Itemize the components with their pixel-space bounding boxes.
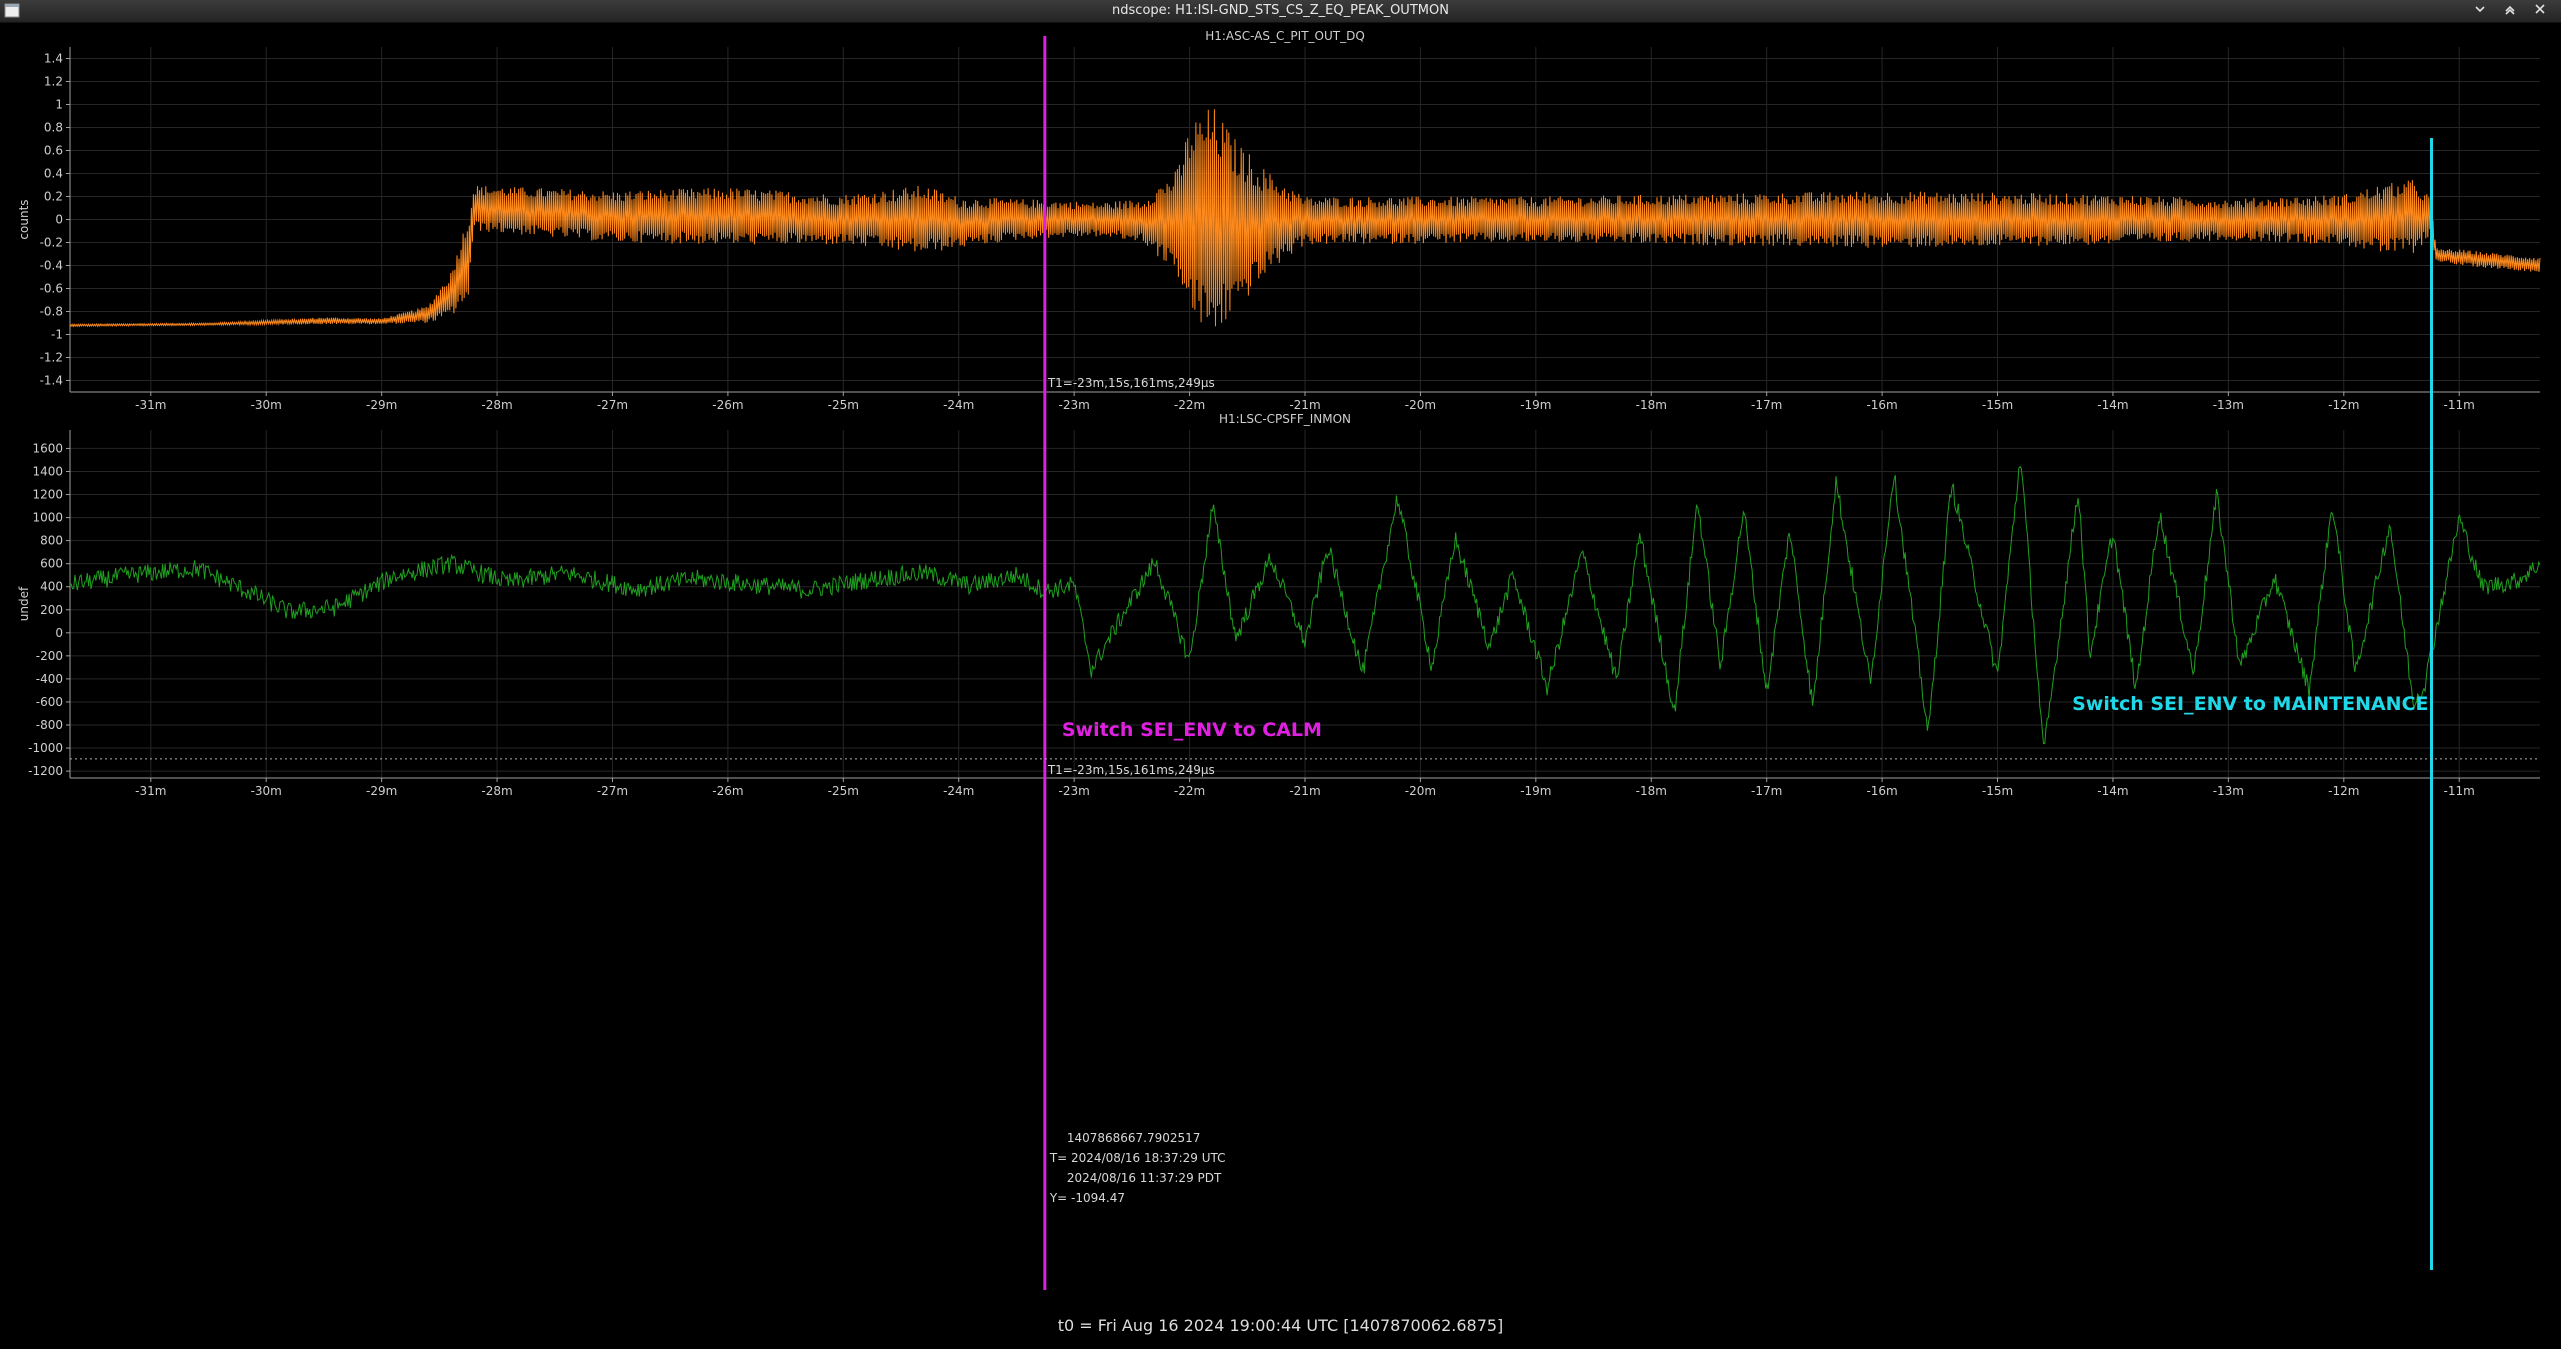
x-tick-label: -19m [1520, 398, 1551, 412]
y-tick-label: 1200 [32, 488, 63, 502]
x-tick-label: -29m [366, 784, 397, 798]
x-tick-label: -14m [2097, 784, 2128, 798]
x-tick-label: -16m [1866, 784, 1897, 798]
plot-title: H1:LSC-CPSFF_INMON [1219, 412, 1351, 426]
x-tick-label: -15m [1982, 398, 2013, 412]
x-tick-label: -15m [1982, 784, 2013, 798]
t1-cursor-label-top: T1=-23m,15s,161ms,249µs [1047, 376, 1215, 390]
x-tick-label: -18m [1636, 784, 1667, 798]
plot-area[interactable]: H1:ASC-AS_C_PIT_OUT_DQ -31m -30m -29m -28m -2… [0, 22, 2561, 1312]
annotation-calm: Switch SEI_ENV to CALM [1062, 719, 1322, 741]
x-tick-label: -30m [251, 398, 282, 412]
y-tick-label: -400 [36, 672, 63, 686]
maximize-button[interactable] [2500, 2, 2520, 20]
y-tick-label: -1 [51, 328, 63, 342]
close-button[interactable] [2530, 2, 2550, 20]
minimize-button[interactable] [2470, 2, 2490, 20]
x-tick-label: -12m [2328, 784, 2359, 798]
y-tick-label: 1000 [32, 511, 63, 525]
restore-icon [2505, 5, 2515, 15]
y-tick-label: -200 [36, 649, 63, 663]
y-axis-label: undef [17, 586, 31, 621]
x-tick-label: -30m [251, 784, 282, 798]
x-tick-label: -25m [828, 398, 859, 412]
y-tick-label: 1600 [32, 441, 63, 455]
x-tick-label: -31m [135, 784, 166, 798]
y-tick-label: 600 [40, 557, 63, 571]
y-tick-label: 800 [40, 534, 63, 548]
x-tick-label: -13m [2213, 398, 2244, 412]
x-tick-label: -23m [1059, 784, 1090, 798]
y-axis-label: counts [17, 199, 31, 239]
y-tick-label: 1.2 [44, 75, 63, 89]
window-titlebar: ndscope: H1:ISI-GND_STS_CS_Z_EQ_PEAK_OUT… [0, 0, 2561, 23]
y-tick-label: 0.2 [44, 190, 63, 204]
y-tick-label: 0 [55, 213, 63, 227]
x-tick-label: -26m [712, 398, 743, 412]
cursor-readout-gps: 1407868667.7902517 [1067, 1131, 1201, 1145]
x-tick-label: -16m [1866, 398, 1897, 412]
x-tick-label: -27m [597, 398, 628, 412]
x-tick-label: -26m [712, 784, 743, 798]
y-tick-label: -0.4 [40, 259, 63, 273]
x-tick-label: -11m [2444, 398, 2475, 412]
y-tick-label: -800 [36, 718, 63, 732]
close-icon [2535, 4, 2545, 14]
x-tick-label: -28m [481, 398, 512, 412]
y-tick-label: 1 [55, 98, 63, 112]
x-tick-label: -21m [1289, 784, 1320, 798]
x-tick-label: -22m [1174, 398, 1205, 412]
x-tick-label: -31m [135, 398, 166, 412]
y-tick-label: 200 [40, 603, 63, 617]
x-tick-label: -24m [943, 398, 974, 412]
top-plot-panel[interactable]: H1:ASC-AS_C_PIT_OUT_DQ -31m -30m -29m -28m -2… [17, 29, 2541, 412]
x-tick-label: -14m [2097, 398, 2128, 412]
t1-cursor-label-bottom: T1=-23m,15s,161ms,249µs [1047, 763, 1215, 777]
y-tick-label: 1.4 [44, 52, 63, 66]
x-tick-label: -20m [1405, 784, 1436, 798]
x-tick-label: -17m [1751, 398, 1782, 412]
annotation-maintenance: Switch SEI_ENV to MAINTENANCE [2072, 693, 2428, 715]
y-tick-label: 0.4 [44, 167, 63, 181]
x-tick-label: -25m [828, 784, 859, 798]
y-tick-label: -0.8 [40, 305, 63, 319]
y-tick-label: -0.6 [40, 282, 63, 296]
y-tick-label: 400 [40, 580, 63, 594]
x-tick-label: -27m [597, 784, 628, 798]
y-tick-label: -1.4 [40, 374, 63, 388]
x-tick-label: -28m [481, 784, 512, 798]
t0-reference-label: t0 = Fri Aug 16 2024 19:00:44 UTC [14078… [1057, 1316, 1504, 1335]
x-tick-label: -19m [1520, 784, 1551, 798]
plot-title: H1:ASC-AS_C_PIT_OUT_DQ [1205, 29, 1365, 43]
x-tick-label: -24m [943, 784, 974, 798]
y-tick-label: 0.8 [44, 121, 63, 135]
x-tick-label: -22m [1174, 784, 1205, 798]
cursor-readout-y: Y= -1094.47 [1049, 1191, 1125, 1205]
x-tick-label: -29m [366, 398, 397, 412]
x-tick-label: -18m [1636, 398, 1667, 412]
y-tick-label: -1000 [28, 741, 63, 755]
y-tick-label: 1400 [32, 464, 63, 478]
chevron-down-icon [2475, 6, 2485, 13]
x-tick-label: -21m [1289, 398, 1320, 412]
x-tick-label: -11m [2444, 784, 2475, 798]
y-tick-label: -600 [36, 695, 63, 709]
x-tick-label: -13m [2213, 784, 2244, 798]
y-tick-label: 0.6 [44, 144, 63, 158]
cursor-readout-utc: T= 2024/08/16 18:37:29 UTC [1049, 1151, 1226, 1165]
x-tick-label: -12m [2328, 398, 2359, 412]
x-tick-label: -17m [1751, 784, 1782, 798]
cursor-readout-pdt: 2024/08/16 11:37:29 PDT [1067, 1171, 1222, 1185]
y-tick-label: -1.2 [40, 351, 63, 365]
window-title: ndscope: H1:ISI-GND_STS_CS_Z_EQ_PEAK_OUT… [1112, 3, 1449, 18]
y-tick-label: -1200 [28, 764, 63, 778]
x-tick-label: -20m [1405, 398, 1436, 412]
x-tick-label: -23m [1059, 398, 1090, 412]
y-tick-label: -0.2 [40, 236, 63, 250]
y-tick-label: 0 [55, 626, 63, 640]
